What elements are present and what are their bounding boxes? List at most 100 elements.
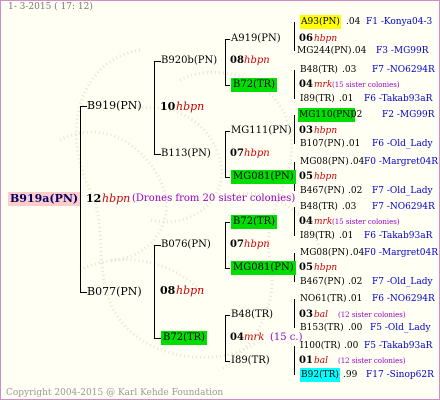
l2-num-1: 08 [230,55,244,66]
l3-note-2: (15 sister colonies) [332,81,400,89]
l3-num-2: 04 [299,79,313,90]
l3-num-4: 05 [299,171,313,182]
l3-tag-8: bal [314,356,329,366]
root-queen-tag: hbpn [102,192,131,205]
l3-tag-3: hbpn [314,126,338,136]
l4-name-5[interactable]: MG110(PN) [298,108,355,122]
l3-note-7: (12 sister colonies) [338,311,406,319]
l1-num-1: 10 [160,100,176,113]
l3-name-6[interactable]: MG081(PN) [231,261,296,275]
l4-name-6[interactable]: B107(PN) [300,137,345,151]
l4-code-1: F1 -Konya04-3 [366,17,433,27]
l3-num-8: 01 [299,355,313,366]
header-date: 1- 3-2015 ( 17: 12) [8,2,93,12]
l2-note-4: (15 c.) [270,332,303,343]
l4-code-15: F5 -Takab93aR [364,341,433,351]
l2-name-1[interactable]: B920b(PN) [161,54,217,68]
l3-tag-6: hbpn [314,263,338,273]
root-queen-name[interactable]: B919a(PN) [8,192,81,206]
l3-tag-5: mrk [314,217,333,227]
l4-val-16: .99 [343,370,358,380]
l4-code-7: F0 -Margret04R [364,157,438,167]
l3-note-8: (12 sister colonies) [338,357,406,365]
l2-name-3[interactable]: B076(PN) [161,238,211,252]
l4-val-12: .02 [348,277,363,287]
l2-num-4: 04 [230,332,244,343]
l4-val-11: .04 [350,248,365,258]
l4-code-14: F5 -Old_Lady [370,323,431,333]
connector-l3d [225,315,226,361]
l4-name-8[interactable]: B467(PN) [300,184,345,198]
l4-name-9[interactable]: B48(TR) [300,200,338,214]
l4-name-12[interactable]: B467(PN) [300,275,345,289]
l4-name-4[interactable]: I89(TR) [300,92,335,106]
l3-name-3[interactable]: MG111(PN) [231,124,292,138]
connector-l3b-top [225,131,230,132]
l4-code-10: F6 -Takab93aR [364,231,433,241]
l4-val-6: .01 [346,139,361,149]
l4-val-1: .04 [346,17,361,27]
l2-name-4[interactable]: B72(TR) [161,331,208,345]
l3-num-7: 03 [299,309,313,320]
connector-l3a-top [225,39,230,40]
connector-l4-8 [294,346,295,375]
l3-name-5[interactable]: B72(TR) [231,215,278,229]
connector-l2a [154,61,155,154]
l1-name-2[interactable]: B077(PN) [87,285,142,299]
l4-code-6: F6 -Old_Lady [372,139,433,149]
connector-l3d-top [225,315,230,316]
connector-l3a [225,39,226,85]
l4-val-3: .03 [342,65,357,75]
l2-tag-3: hbpn [244,239,270,250]
l3-note-5: (15 sister colonies) [332,218,400,226]
root-queen-num: 12 [86,192,102,205]
l2-tag-1: hbpn [244,55,270,66]
l4-code-4: F6 -Takab93aR [364,94,433,104]
l4-name-3[interactable]: B48(TR) [300,63,338,77]
l1-name-1[interactable]: B919(PN) [87,99,142,113]
l4-name-2[interactable]: MG244(PN) [297,44,352,58]
l2-num-2: 07 [230,148,244,159]
l4-val-5: .02 [348,110,363,120]
root-queen-note: (Drones from 20 sister colonies) [132,193,296,204]
connector-l2b-top [154,245,161,246]
l4-val-9: .03 [342,202,357,212]
l4-name-13[interactable]: NO61(TR) [300,292,347,306]
connector-l3c-top [225,222,230,223]
l3-name-1[interactable]: A919(PN) [231,32,281,46]
l4-code-8: F7 -Old_Lady [372,186,433,196]
l4-code-12: F7 -Old_Lady [372,277,433,287]
connector-l4-5 [294,207,295,236]
footer-copyright: Copyright 2004-2015 @ Karl Kehde Foundat… [6,388,224,398]
l2-name-2[interactable]: B113(PN) [161,147,211,161]
l3-tag-2: mrk [314,80,333,90]
l1-tag-2: hbpn [176,284,205,297]
l3-name-8[interactable]: I89(TR) [231,354,270,368]
l3-num-3: 03 [299,125,313,136]
l4-name-16[interactable]: B92(TR) [300,368,340,382]
l4-name-10[interactable]: I89(TR) [300,229,335,243]
l4-name-14[interactable]: B153(TR) [300,321,344,335]
l3-name-7[interactable]: B48(TR) [231,308,273,322]
l2-num-3: 07 [230,239,244,250]
l3-name-2[interactable]: B72(TR) [231,78,278,92]
l4-code-16: F17 -Sinop62R [366,370,434,380]
l3-name-4[interactable]: MG081(PN) [231,170,296,184]
l1-tag-1: hbpn [176,100,205,113]
l4-name-1[interactable]: A93(PN) [300,15,341,29]
connector-l3a-bottom [225,85,230,86]
l1-num-2: 08 [160,284,176,297]
l3-num-5: 04 [299,216,313,227]
l4-code-13: F6 -NO6294R [372,294,435,304]
l4-name-11[interactable]: MG08(PN) [300,246,349,260]
connector-l3b [225,131,226,177]
l4-name-15[interactable]: I100(TR) [300,339,341,353]
connector-l4-2 [294,70,295,99]
connector-l3b-bottom [225,177,230,178]
l4-code-11: F0 -Margret04R [364,248,438,258]
l4-name-7[interactable]: MG08(PN) [300,155,349,169]
connector-l4-7 [294,299,295,328]
l4-code-3: F7 -NO6294R [372,65,435,75]
connector-l3d-bottom [225,361,230,362]
l4-val-14: .00 [348,323,363,333]
